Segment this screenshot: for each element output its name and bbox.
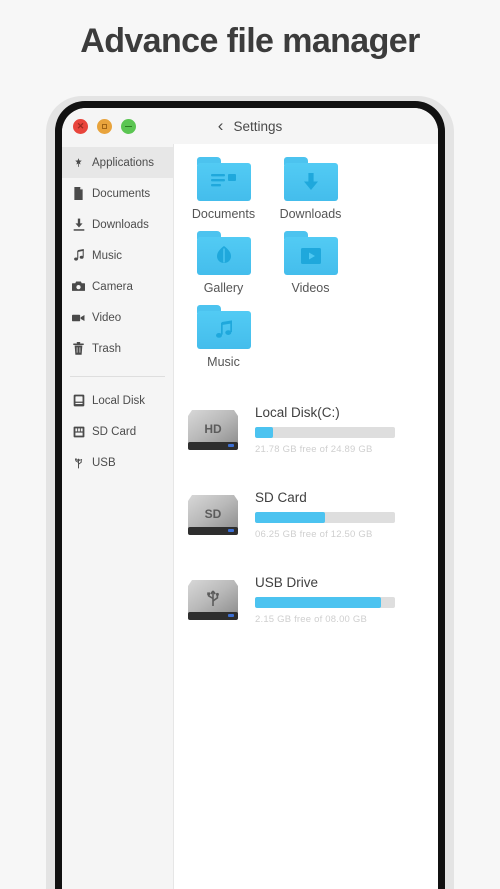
drive-info: USB Drive 2.15 GB free of 08.00 GB <box>255 575 438 625</box>
sidebar-item-applications[interactable]: Applications <box>62 147 173 178</box>
sidebar-item-label: SD Card <box>92 425 137 438</box>
drive-row-sd-card[interactable]: SD SD Card 06.25 GB free of 12.50 GB <box>178 472 438 557</box>
drive-row-usb-drive[interactable]: USB Drive 2.15 GB free of 08.00 GB <box>178 557 438 642</box>
back-icon[interactable]: ‹ <box>218 117 224 134</box>
storage-bar <box>255 511 395 523</box>
sidebar: Applications Documents Downloads Music C… <box>62 144 174 889</box>
drive-usage-text: 06.25 GB free of 12.50 GB <box>255 528 373 540</box>
sidebar-item-usb[interactable]: USB <box>62 447 173 478</box>
storage-list: HD Local Disk(C:) 21.78 GB free of 24.89… <box>174 379 438 642</box>
drive-name: USB Drive <box>255 574 319 590</box>
video-camera-icon <box>72 311 85 324</box>
storage-bar-fill <box>255 426 274 438</box>
usb-drive-icon <box>184 574 242 626</box>
storage-bar-fill <box>255 596 381 608</box>
sidebar-item-label: Applications <box>92 156 155 169</box>
drive-usage-text: 21.78 GB free of 24.89 GB <box>255 443 373 455</box>
storage-bar <box>255 426 395 438</box>
folder-tile-gallery[interactable]: Gallery <box>180 231 267 295</box>
folder-tile-music[interactable]: Music <box>180 305 267 369</box>
sidebar-item-label: Downloads <box>92 218 149 231</box>
window-title: Settings <box>233 118 283 134</box>
folder-documents-icon <box>196 157 251 201</box>
sidebar-divider <box>70 376 165 377</box>
svg-text:HD: HD <box>204 422 222 436</box>
phone-screen: ✕ ‹ Settings Applications Documents Down… <box>62 108 438 889</box>
download-icon <box>72 218 85 231</box>
page-root: Advance file manager ✕ ‹ Settings Applic… <box>0 0 500 889</box>
sidebar-item-label: Music <box>92 249 123 262</box>
folder-tile-videos[interactable]: Videos <box>267 231 354 295</box>
drive-usage-text: 2.15 GB free of 08.00 GB <box>255 613 368 625</box>
navigation-bar: ‹ Settings <box>62 108 438 144</box>
document-icon <box>72 187 85 200</box>
trash-icon <box>72 342 85 355</box>
sidebar-item-video[interactable]: Video <box>62 302 173 333</box>
drive-info: SD Card 06.25 GB free of 12.50 GB <box>255 490 438 540</box>
storage-bar <box>255 596 395 608</box>
drive-info: Local Disk(C:) 21.78 GB free of 24.89 GB <box>255 405 438 455</box>
folder-label: Gallery <box>203 281 244 295</box>
sidebar-item-label: Local Disk <box>92 394 146 407</box>
sidebar-item-label: Video <box>92 311 122 324</box>
folder-label: Music <box>207 355 240 369</box>
drive-name: Local Disk(C:) <box>255 404 340 420</box>
sidebar-item-downloads[interactable]: Downloads <box>62 209 173 240</box>
folder-video-icon <box>283 231 338 275</box>
storage-bar-fill <box>255 511 325 523</box>
phone-frame: ✕ ‹ Settings Applications Documents Down… <box>55 101 445 889</box>
hard-disk-icon <box>72 394 85 407</box>
main-content: Documents Downloads Gallery Videos Music… <box>174 144 438 889</box>
window-titlebar: ✕ ‹ Settings <box>62 108 438 144</box>
sidebar-item-label: USB <box>92 456 116 469</box>
folder-label: Documents <box>191 207 256 221</box>
window-body: Applications Documents Downloads Music C… <box>62 144 438 889</box>
applications-icon <box>72 156 85 169</box>
folder-label: Downloads <box>279 207 342 221</box>
sd-card-icon <box>72 425 85 438</box>
folder-tile-downloads[interactable]: Downloads <box>267 157 354 221</box>
page-title: Advance file manager <box>80 22 420 60</box>
folder-label: Videos <box>291 281 330 295</box>
svg-text:SD: SD <box>205 507 222 521</box>
sidebar-item-label: Documents <box>92 187 151 200</box>
sidebar-item-camera[interactable]: Camera <box>62 271 173 302</box>
folder-music-icon <box>196 305 251 349</box>
folder-download-icon <box>283 157 338 201</box>
folder-gallery-icon <box>196 231 251 275</box>
sidebar-item-label: Camera <box>92 280 133 293</box>
sd-drive-icon: SD <box>184 489 242 541</box>
sidebar-item-trash[interactable]: Trash <box>62 333 173 364</box>
music-note-icon <box>72 249 85 262</box>
sidebar-item-sd-card[interactable]: SD Card <box>62 416 173 447</box>
hard-drive-icon: HD <box>184 404 242 456</box>
drive-row-local-disk[interactable]: HD Local Disk(C:) 21.78 GB free of 24.89… <box>178 387 438 472</box>
camera-icon <box>72 280 85 293</box>
sidebar-item-label: Trash <box>92 342 121 355</box>
sidebar-item-local-disk[interactable]: Local Disk <box>62 385 173 416</box>
sidebar-item-documents[interactable]: Documents <box>62 178 173 209</box>
usb-icon <box>72 456 85 469</box>
sidebar-item-music[interactable]: Music <box>62 240 173 271</box>
folder-grid: Documents Downloads Gallery Videos Music <box>174 157 438 379</box>
drive-name: SD Card <box>255 489 307 505</box>
folder-tile-documents[interactable]: Documents <box>180 157 267 221</box>
